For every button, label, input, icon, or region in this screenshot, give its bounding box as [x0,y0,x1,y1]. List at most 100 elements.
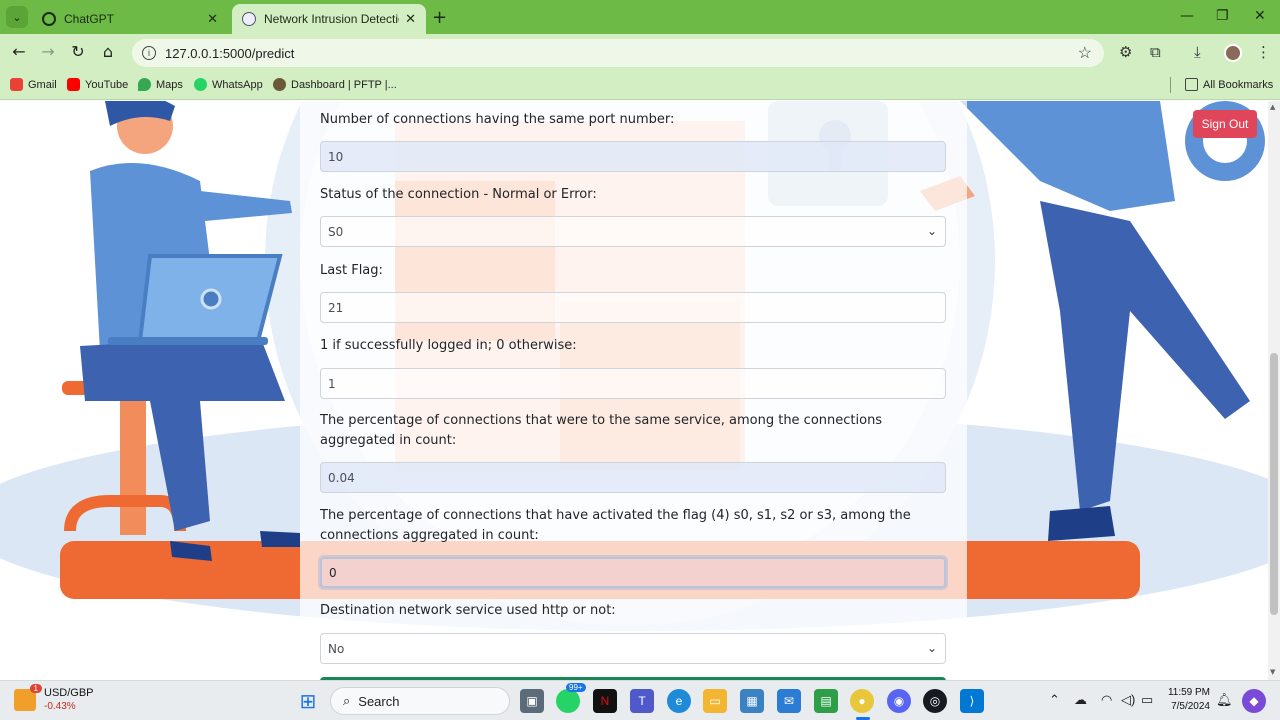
connection-status-select[interactable]: S0 ⌄ [320,216,946,247]
bookmark-dashboard[interactable]: Dashboard | PFTP |... [273,78,397,91]
search-label: Search [358,693,400,709]
back-icon[interactable]: ← [8,42,30,61]
forward-icon[interactable]: → [37,42,59,61]
teams-icon[interactable]: T [630,689,654,713]
bookmarks-bar: Gmail YouTube Maps WhatsApp Dashboard | … [0,72,1280,100]
chevron-down-icon: ⌄ [926,641,937,655]
windows-start-icon[interactable]: ⊞ [296,689,320,713]
sheets-icon[interactable]: ▤ [814,689,838,713]
discord-icon[interactable]: ◉ [887,689,911,713]
windows-taskbar: 1 USD/GBP -0.43% ⊞ ⌕ Search ▣ 99+ N T e … [0,680,1280,720]
select-value: S0 [328,224,344,239]
whatsapp-icon [194,78,207,91]
bookmark-star-icon[interactable]: ☆ [1078,43,1092,63]
field-label-last-flag: Last Flag: [320,263,383,278]
tab-network-intrusion[interactable]: Network Intrusion Detection Sy ✕ [232,4,426,34]
tab-strip: ⌄ ChatGPT ✕ Network Intrusion Detection … [0,0,1280,34]
serror-rate-input[interactable]: 0 [320,557,946,588]
taskbar-search[interactable]: ⌕ Search [330,687,510,715]
close-icon[interactable]: ✕ [405,11,416,27]
field-label-http-service: Destination network service used http or… [320,603,616,618]
onedrive-icon[interactable]: ☁ [1074,692,1087,708]
tab-chatgpt[interactable]: ChatGPT ✕ [32,4,228,34]
field-label-same-service-rate: The percentage of connections that were … [320,413,883,448]
tab-search-icon[interactable]: ⌄ [6,6,28,28]
page-viewport: Sign Out Number of connections having th… [0,101,1268,680]
currency-icon: 1 [14,684,42,711]
field-label-same-port: Number of connections having the same po… [320,112,675,127]
show-hidden-icons-chevron-icon[interactable]: ⌃ [1049,692,1060,708]
url-text: 127.0.0.1:5000/predict [165,45,295,61]
logged-in-input[interactable]: 1 [320,368,946,399]
reload-icon[interactable]: ↻ [67,42,89,61]
last-flag-input[interactable]: 21 [320,292,946,323]
bookmark-youtube[interactable]: YouTube [67,78,128,91]
bookmark-label: YouTube [85,78,129,91]
http-service-select[interactable]: No ⌄ [320,633,946,664]
new-tab-icon[interactable]: + [432,7,447,28]
microsoft-store-icon[interactable]: ▦ [740,689,764,713]
clock-date: 7/5/2024 [1171,701,1210,712]
select-value: No [328,641,345,656]
all-bookmarks[interactable]: All Bookmarks [1185,78,1273,91]
bookmark-maps[interactable]: Maps [138,78,183,91]
window-close-icon[interactable]: ✕ [1254,8,1266,24]
volume-icon[interactable]: ◁) [1121,692,1135,708]
site-info-icon[interactable]: i [142,46,156,60]
notification-bell-icon[interactable]: 🔔︎ [1216,692,1233,708]
whatsapp-badge: 99+ [566,683,586,692]
whatsapp-taskbar-icon[interactable]: 99+ [556,683,586,713]
edge-icon[interactable]: e [667,689,691,713]
profile-avatar[interactable] [1224,44,1242,62]
field-label-connection-status: Status of the connection - Normal or Err… [320,187,597,202]
chatgpt-icon [42,12,56,26]
address-bar[interactable]: i 127.0.0.1:5000/predict ☆ [132,39,1104,67]
search-icon: ⌕ [343,693,351,708]
sign-out-button[interactable]: Sign Out [1193,110,1257,138]
globe-icon [242,12,256,26]
bookmark-whatsapp[interactable]: WhatsApp [194,78,263,91]
same-service-rate-input[interactable]: 0.04 [320,462,946,493]
system-clock[interactable]: 11:59 PM 7/5/2024 [1160,686,1210,714]
vscode-icon[interactable]: ⟩ [960,689,984,713]
weather-ticker-widget[interactable]: 1 USD/GBP -0.43% [14,684,94,714]
maps-icon [138,78,151,91]
browser-toolbar: ← → ↻ ⌂ i 127.0.0.1:5000/predict ☆ ⚙ ⧉ ⤓… [0,34,1280,72]
clock-time: 11:59 PM [1167,687,1210,698]
task-view-icon[interactable]: ▣ [520,689,544,713]
bookmark-gmail[interactable]: Gmail [10,78,57,91]
wifi-icon[interactable]: ◠ [1101,692,1112,708]
menu-icon[interactable]: ⋮ [1256,43,1271,61]
all-bookmarks-label: All Bookmarks [1203,78,1274,91]
ticker-name: USD/GBP [44,687,94,699]
minimize-icon[interactable]: — [1180,8,1194,24]
github-icon[interactable]: ◎ [923,689,947,713]
bookmark-label: WhatsApp [212,78,263,91]
scroll-down-icon[interactable]: ▼ [1270,668,1275,676]
copilot-icon[interactable]: ◆ [1242,689,1266,713]
battery-icon[interactable]: ▭ [1141,692,1153,708]
mail-icon[interactable]: ✉ [777,689,801,713]
bookmark-label: Maps [156,78,183,91]
chrome-icon[interactable]: ● [850,689,874,713]
bookmark-label: Gmail [28,78,57,91]
chevron-down-icon: ⌄ [926,224,937,238]
maximize-icon[interactable]: ❐ [1216,8,1229,24]
file-explorer-icon[interactable]: ▭ [703,689,727,713]
scroll-up-icon[interactable]: ▲ [1270,103,1275,111]
scrollbar-thumb[interactable] [1270,353,1278,615]
bookmarks-separator [1170,77,1171,93]
ticker-change: -0.43% [44,701,76,712]
field-label-serror-rate: The percentage of connections that have … [320,508,911,543]
extensions-icon[interactable]: ⧉ [1150,43,1161,61]
page-scrollbar[interactable]: ▲ ▼ [1268,101,1280,680]
tab-title: ChatGPT [64,12,115,26]
home-icon[interactable]: ⌂ [97,42,119,61]
netflix-icon[interactable]: N [593,689,617,713]
field-label-logged-in: 1 if successfully logged in; 0 otherwise… [320,338,577,353]
youtube-icon [67,78,80,91]
extension-puzzle-icon[interactable]: ⚙ [1119,43,1132,61]
close-icon[interactable]: ✕ [207,11,218,27]
same-port-connections-input[interactable]: 10 [320,141,946,172]
download-icon[interactable]: ⤓ [1194,43,1201,61]
